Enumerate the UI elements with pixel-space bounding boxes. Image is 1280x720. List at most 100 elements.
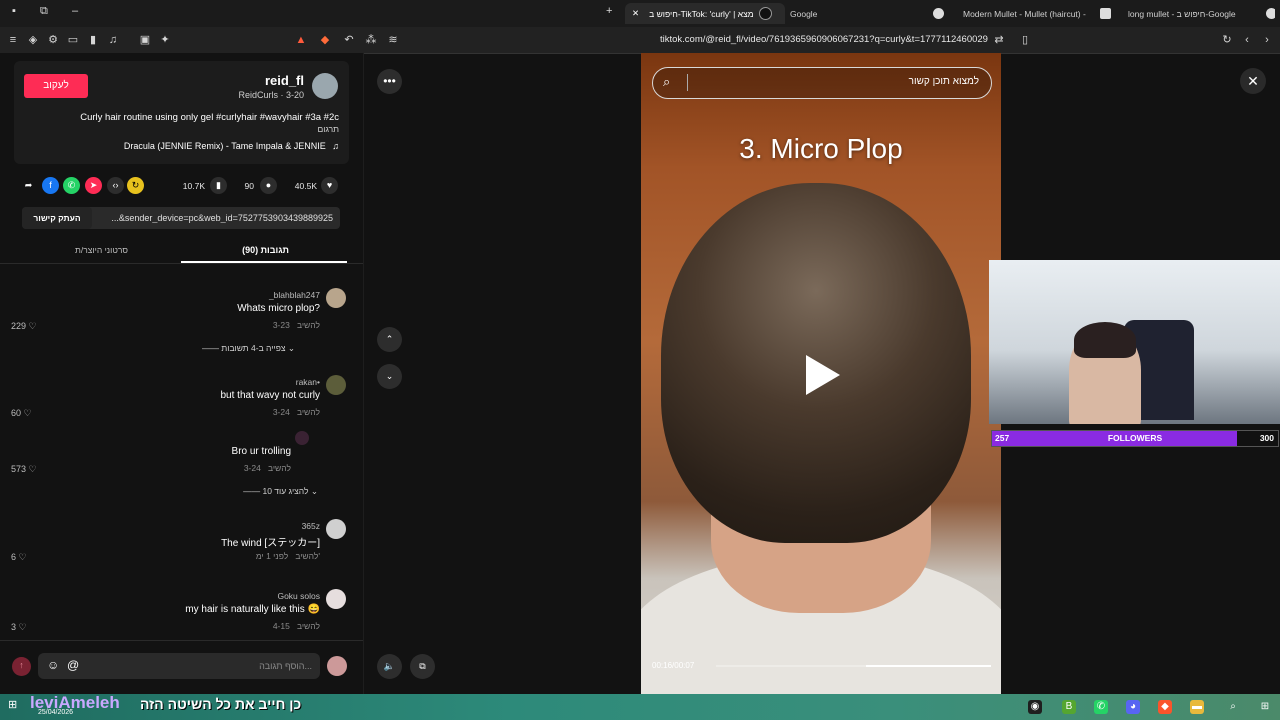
copy-link-button[interactable]: העתק קישור xyxy=(22,207,92,229)
play-icon[interactable] xyxy=(806,355,840,395)
like-count: 40.5K xyxy=(294,181,317,191)
tab-comments[interactable]: תגובות (90) xyxy=(242,245,289,255)
music-icon[interactable]: ♫ xyxy=(106,33,120,47)
author-avatar[interactable] xyxy=(312,73,338,99)
translate-link[interactable]: תרגום xyxy=(317,124,339,134)
alert-icon[interactable]: ▲ xyxy=(294,33,308,47)
share-arrow-icon[interactable]: ➦ xyxy=(20,177,37,194)
brave-shield-icon[interactable]: ◆ xyxy=(318,33,332,47)
save-icon[interactable]: ▮ xyxy=(210,177,227,194)
emoji-icon[interactable]: ☺ xyxy=(47,658,59,672)
comment-avatar[interactable] xyxy=(326,589,346,609)
comment-text: Whats micro plop? xyxy=(237,303,320,314)
new-tab-icon[interactable]: + xyxy=(606,5,612,17)
reply-link[interactable]: להשיב xyxy=(297,621,320,631)
pip-icon[interactable]: ⧉ xyxy=(410,654,435,679)
reader-icon[interactable]: ≋ xyxy=(386,33,400,47)
share-link-text[interactable]: ...&sender_device=pc&web_id=752775390343… xyxy=(111,213,333,223)
menu-icon[interactable]: ≡ xyxy=(6,33,20,47)
post-comment-button[interactable]: ↑ xyxy=(12,657,31,676)
wallet-icon[interactable]: ▭ xyxy=(66,33,80,47)
reply-link[interactable]: להשיב xyxy=(295,551,318,561)
music-row[interactable]: Dracula (JENNIE Remix) - Tame Impala & J… xyxy=(124,141,339,151)
obs-icon[interactable]: ◉ xyxy=(1028,700,1042,714)
video-time: 00:16/00:07 xyxy=(652,661,695,670)
comment-avatar[interactable] xyxy=(326,375,346,395)
tab-overview-icon[interactable]: ⧉ xyxy=(40,5,48,18)
more-options-icon[interactable]: ••• xyxy=(377,69,402,94)
followers-goal: 300 xyxy=(1259,433,1274,443)
search-divider xyxy=(687,74,688,91)
video-player[interactable]: ⌕ למצוא תוכן קשור 3. Micro Plop 00:16/00… xyxy=(641,53,1001,694)
b-app-icon[interactable]: B xyxy=(1062,700,1076,714)
reply-link[interactable]: להשיב xyxy=(268,463,291,473)
file-explorer-icon[interactable]: ▬ xyxy=(1190,700,1204,714)
mention-icon[interactable]: @ xyxy=(67,658,79,672)
tab-google[interactable]: Google xyxy=(790,3,920,24)
facebook-icon[interactable]: f xyxy=(42,177,59,194)
sidebar-icon[interactable]: ▮ xyxy=(86,33,100,47)
reply-link[interactable]: להשיב xyxy=(297,407,320,417)
previous-video-icon[interactable]: ⌃ xyxy=(377,327,402,352)
comment-avatar[interactable] xyxy=(295,431,309,445)
comment-username[interactable]: _blahblah247 xyxy=(269,290,320,300)
comment-username[interactable]: Goku solos xyxy=(277,591,320,601)
comment-username[interactable]: rakan• xyxy=(296,377,320,387)
send-icon[interactable]: ➤ xyxy=(85,177,102,194)
close-tab-icon[interactable]: ✕ xyxy=(632,8,639,19)
tab-tiktok[interactable]: ✕ חיפוש ב-TikTok: 'curly' | מצא xyxy=(625,3,785,24)
whatsapp-taskbar-icon[interactable]: ✆ xyxy=(1094,700,1108,714)
tab-modern-mullet[interactable]: Modern Mullet - Mullet (haircut) - W xyxy=(928,3,1088,24)
tune-icon[interactable]: ⇄ xyxy=(992,33,1006,47)
comment-username[interactable]: 365z xyxy=(302,521,320,531)
translate-icon[interactable]: ⁂ xyxy=(364,33,378,47)
settings-icon[interactable]: ⚙ xyxy=(46,33,60,47)
comment-icon[interactable]: ● xyxy=(260,177,277,194)
comment-avatar[interactable] xyxy=(326,288,346,308)
comment-input-box[interactable]: ☺ @ הוסף תגובה... xyxy=(38,653,320,679)
author-username[interactable]: reid_fl xyxy=(265,73,304,88)
shield-icon[interactable]: ◈ xyxy=(26,33,40,47)
user-avatar[interactable] xyxy=(327,656,347,676)
show-more-replies-button[interactable]: —— להציג עוד 10 ⌄ xyxy=(243,486,318,497)
chat-ticker: כן חייב את כל השיטה הזה xyxy=(140,696,302,712)
minimize-icon[interactable]: – xyxy=(72,5,78,17)
follow-button[interactable]: לעקוב xyxy=(24,74,88,98)
reply-link[interactable]: להשיב xyxy=(297,320,320,330)
like-icon[interactable]: ♥ xyxy=(321,177,338,194)
window-menu-icon[interactable]: ▪ xyxy=(12,5,16,17)
search-input[interactable]: למצוא תוכן קשור xyxy=(909,76,979,87)
related-search-box[interactable]: ⌕ למצוא תוכן קשור xyxy=(652,67,992,99)
tab-label: חיפוש ב-TikTok: 'curly' | מצא xyxy=(649,8,754,19)
volume-icon[interactable]: 🔈 xyxy=(377,654,402,679)
comment-likes[interactable]: 573 ♡ xyxy=(11,464,37,475)
discord-icon[interactable]: ◕ xyxy=(1126,700,1140,714)
webcam-hair xyxy=(1074,322,1136,358)
tab-creator-videos[interactable]: סרטוני היוצר/ת xyxy=(75,245,128,255)
bookmark-icon[interactable]: ▯ xyxy=(1018,33,1032,47)
comment-avatar[interactable] xyxy=(326,519,346,539)
comment-likes[interactable]: 6 ♡ xyxy=(11,552,27,563)
search-taskbar-icon[interactable]: ⌕ xyxy=(1226,700,1240,714)
extensions-icon[interactable]: ✦ xyxy=(158,33,172,47)
repost-icon[interactable]: ↻ xyxy=(127,177,144,194)
windows-icon[interactable]: ⊞ xyxy=(8,698,17,711)
forward-icon[interactable]: › xyxy=(1260,33,1274,47)
back-icon[interactable]: ‹ xyxy=(1240,33,1254,47)
whatsapp-icon[interactable]: ✆ xyxy=(63,177,80,194)
address-bar[interactable]: tiktok.com/@reid_fl/video/76193659609060… xyxy=(660,34,988,45)
next-video-icon[interactable]: ⌄ xyxy=(377,364,402,389)
tab-long-mullet[interactable]: long mullet - חיפוש ב-Google xyxy=(1095,3,1275,24)
start-icon[interactable]: ⊞ xyxy=(1258,700,1272,714)
embed-icon[interactable]: ‹› xyxy=(107,177,124,194)
comment-likes[interactable]: 229 ♡ xyxy=(11,321,37,332)
comment-likes[interactable]: 3 ♡ xyxy=(11,622,27,633)
screenshot-icon[interactable]: ▣ xyxy=(138,33,152,47)
comment-input[interactable]: הוסף תגובה... xyxy=(259,661,312,671)
brave-icon[interactable]: ◆ xyxy=(1158,700,1172,714)
close-icon[interactable]: ✕ xyxy=(1240,68,1266,94)
comment-likes[interactable]: 60 ♡ xyxy=(11,408,32,419)
reload-icon[interactable]: ↻ xyxy=(1220,33,1234,47)
view-replies-button[interactable]: —— צפייה ב-4 תשובות ⌄ xyxy=(202,343,295,354)
share-icon[interactable]: ↶ xyxy=(342,33,356,47)
